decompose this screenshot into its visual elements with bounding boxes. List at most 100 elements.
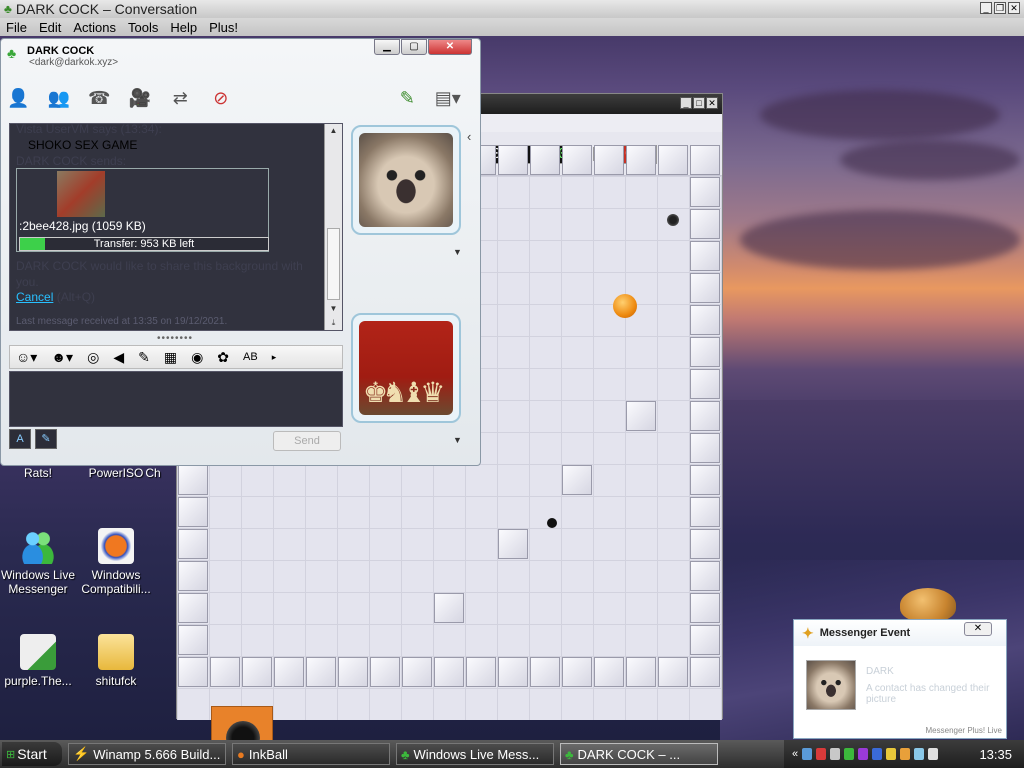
paint-brush-icon[interactable]: ✎ xyxy=(394,85,421,111)
menu-dropdown-icon[interactable]: ▤▾ xyxy=(435,85,462,111)
tray-plus-icon[interactable] xyxy=(900,748,911,760)
wall-block xyxy=(690,497,720,527)
tray-expand-icon[interactable]: « xyxy=(792,748,798,760)
tray-network-icon[interactable] xyxy=(802,748,813,760)
nudge-icon[interactable]: ◎ xyxy=(87,349,99,366)
task-inkball[interactable]: ● InkBall xyxy=(232,743,390,765)
desktop-icon-windows-compatibility[interactable]: Windows Compatibili... xyxy=(76,528,156,596)
menu-help[interactable]: Help xyxy=(170,20,197,35)
video-call-icon[interactable]: 🎥 xyxy=(127,85,154,111)
task-label: DARK COCK – ... xyxy=(577,746,681,762)
call-icon[interactable]: ☎ xyxy=(86,85,113,111)
tray-volume-icon[interactable] xyxy=(928,748,939,760)
menu-file[interactable]: File xyxy=(6,20,27,35)
wink-icon[interactable]: ☻▾ xyxy=(51,349,73,366)
sound-icon[interactable]: ◉ xyxy=(191,349,203,366)
user-avatar-dropdown-icon[interactable]: ▼ xyxy=(453,435,462,445)
wall-block xyxy=(466,657,496,687)
desktop-icon-label: Rats! xyxy=(23,466,52,480)
desktop-icon-rats[interactable]: Rats! xyxy=(0,466,78,480)
task-conversation[interactable]: ♣ DARK COCK – ... xyxy=(560,743,718,765)
minimize-button[interactable]: _ xyxy=(980,2,992,14)
messenger-event-title: Messenger Event xyxy=(819,627,911,639)
cancel-link[interactable]: Cancel xyxy=(16,290,53,304)
desktop-icon-shitufck[interactable]: shitufck xyxy=(76,634,156,688)
wall-block xyxy=(690,369,720,399)
windows-logo-icon: ⊞ xyxy=(6,748,16,761)
tray-app-icon[interactable] xyxy=(830,748,841,760)
collapse-sidebar-icon[interactable]: ‹ xyxy=(467,129,481,151)
wall-block xyxy=(690,433,720,463)
scroll-down-icon[interactable]: ▼ xyxy=(325,302,342,316)
task-label: Windows Live Mess... xyxy=(413,746,540,762)
block-contact-icon[interactable]: ⊘ xyxy=(208,85,235,111)
messenger-event-picture xyxy=(806,660,856,710)
start-button[interactable]: ⊞ Start xyxy=(2,742,62,766)
splitter-grip[interactable]: •••••••• xyxy=(157,333,193,344)
file-transfer-box: :2bee428.jpg (1059 KB) Transfer: 953 KB … xyxy=(16,168,269,252)
inkball-minimize-button[interactable]: _ xyxy=(680,97,692,109)
scroll-up-icon[interactable]: ▲ xyxy=(325,124,342,138)
task-label: Winamp 5.666 Build... xyxy=(93,746,221,762)
tray-messenger-icon[interactable] xyxy=(844,748,855,760)
conv-minimize-button[interactable]: ▁ xyxy=(374,39,400,55)
restore-button[interactable]: ❐ xyxy=(994,2,1006,14)
voice-clip-icon[interactable]: ◀ xyxy=(113,349,124,366)
menu-actions[interactable]: Actions xyxy=(73,20,116,35)
plus-tools-icon[interactable]: ✿ xyxy=(217,349,229,366)
color-grid-icon[interactable]: ▦ xyxy=(164,349,177,366)
scroll-end-icon[interactable]: ⤓ xyxy=(325,316,342,330)
message-input[interactable] xyxy=(9,371,343,427)
chat-history[interactable]: Vista UserVM says (13:34): SHOKO SEX GAM… xyxy=(9,123,343,331)
conv-maximize-button[interactable]: ▢ xyxy=(401,39,427,55)
user-avatar[interactable] xyxy=(351,313,461,423)
desktop-icon-ch[interactable]: Ch xyxy=(128,466,178,480)
task-winamp[interactable]: ⚡ Winamp 5.666 Build... xyxy=(68,743,226,765)
menu-edit[interactable]: Edit xyxy=(39,20,61,35)
file-thumbnail[interactable] xyxy=(57,171,105,217)
ink-icon[interactable]: ✎ xyxy=(138,349,150,366)
scroll-thumb[interactable] xyxy=(327,228,340,300)
wall-block xyxy=(306,657,336,687)
activities-icon[interactable]: ⇄ xyxy=(167,85,194,111)
emoticon-icon[interactable]: ☺▾ xyxy=(16,349,37,366)
inkball-maximize-button[interactable]: □ xyxy=(693,97,705,109)
handwriting-mode-icon[interactable]: ✎ xyxy=(35,429,57,449)
system-tray: « 13:35 xyxy=(784,740,1024,768)
desktop-icon-purple-theme[interactable]: purple.The... xyxy=(0,634,78,688)
tray-bluetooth-icon[interactable] xyxy=(872,748,883,760)
close-button[interactable]: ✕ xyxy=(1008,2,1020,14)
wall-block xyxy=(658,145,688,175)
menu-tools[interactable]: Tools xyxy=(128,20,158,35)
task-windows-live-messenger[interactable]: ♣ Windows Live Mess... xyxy=(396,743,554,765)
tray-display-icon[interactable] xyxy=(914,748,925,760)
messenger-event-popup[interactable]: ✦ Messenger Event ✕ DARK A contact has c… xyxy=(793,619,1007,739)
more-tools-icon[interactable]: ▸ xyxy=(272,352,277,363)
wall-block xyxy=(338,657,368,687)
clock: 13:35 xyxy=(979,746,1012,762)
wall-block xyxy=(690,625,720,655)
desktop-icon-windows-live-messenger[interactable]: Windows Live Messenger xyxy=(0,528,78,596)
invite-contact-icon[interactable]: 👤 xyxy=(5,85,32,111)
inkball-close-button[interactable]: ✕ xyxy=(706,97,718,109)
wall-block xyxy=(370,657,400,687)
send-button[interactable]: Send xyxy=(273,431,341,451)
folder-icon xyxy=(98,634,134,670)
menu-plus[interactable]: Plus! xyxy=(209,20,238,35)
share-files-icon[interactable]: 👥 xyxy=(46,85,73,111)
font-icon[interactable]: AB xyxy=(243,351,258,363)
wall-block xyxy=(498,529,528,559)
tray-security-icon[interactable] xyxy=(816,748,827,760)
chat-scrollbar[interactable]: ▲ ▼ ⤓ xyxy=(324,124,342,330)
conv-close-button[interactable]: ✕ xyxy=(428,39,472,55)
text-mode-icon[interactable]: A xyxy=(9,429,31,449)
tray-update-icon[interactable] xyxy=(886,748,897,760)
wall-block xyxy=(594,657,624,687)
input-mode-buttons: A ✎ xyxy=(9,429,57,449)
wall-block xyxy=(434,593,464,623)
contact-avatar[interactable] xyxy=(351,125,461,235)
conversation-titlebar[interactable]: ♣ DARK COCK – Conversation _ ❐ ✕ xyxy=(0,0,1024,18)
messenger-event-close-button[interactable]: ✕ xyxy=(964,622,992,636)
contact-avatar-dropdown-icon[interactable]: ▼ xyxy=(453,247,462,257)
tray-antivirus-icon[interactable] xyxy=(858,748,869,760)
